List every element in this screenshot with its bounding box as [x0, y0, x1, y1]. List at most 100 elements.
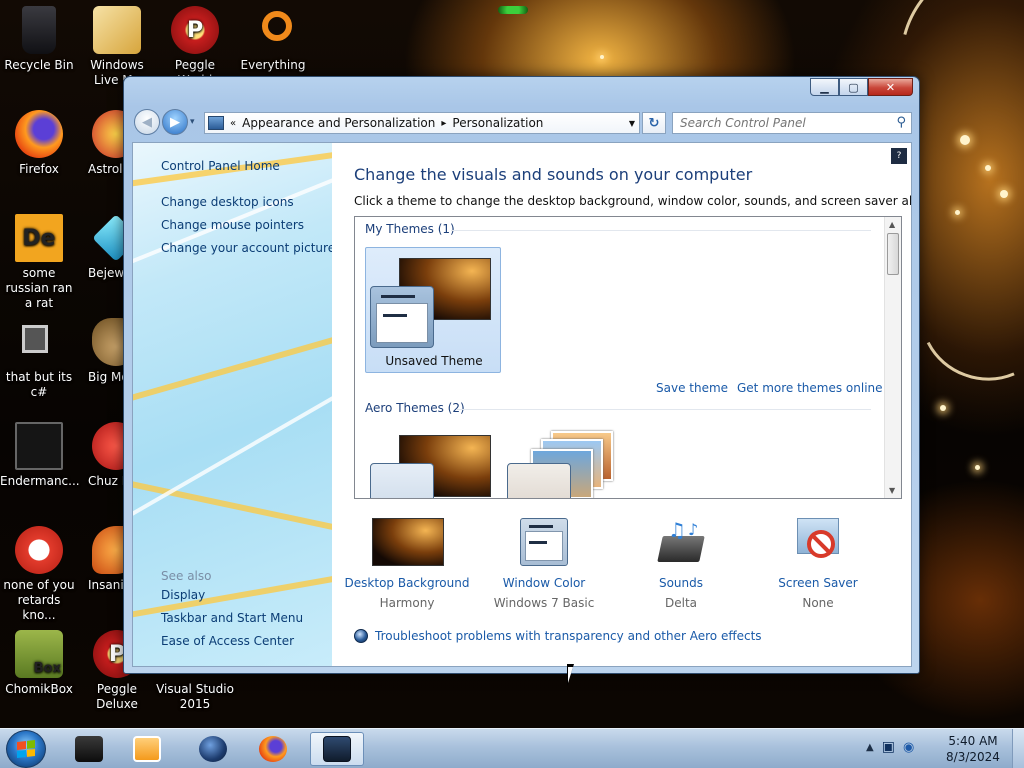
breadcrumb-appearance[interactable]: Appearance and Personalization — [242, 116, 435, 130]
scrollbar-thumb[interactable] — [887, 233, 899, 275]
mail-icon — [93, 6, 141, 54]
taskbar-control-panel[interactable] — [310, 732, 364, 766]
scroll-down-icon[interactable]: ▼ — [889, 486, 895, 495]
forward-button[interactable]: ▶ — [162, 109, 188, 135]
sounds-icon: ♫ ♪ — [646, 518, 716, 566]
desktop-background-label[interactable]: Desktop Background — [342, 576, 472, 590]
themes-scrollbar[interactable]: ▲ ▼ — [884, 217, 901, 498]
show-desktop-button[interactable] — [1012, 729, 1024, 768]
control-panel-icon — [208, 116, 224, 130]
aero-theme-windows7-tile[interactable] — [505, 427, 633, 498]
my-themes-heading: My Themes (1) — [365, 222, 455, 236]
section-divider — [457, 409, 871, 410]
show-hidden-icons-button[interactable]: ▲ — [866, 742, 874, 753]
terminal-icon — [75, 736, 103, 762]
taskbar-app-orb[interactable] — [186, 732, 240, 766]
theme-name: Unsaved Theme — [385, 354, 483, 368]
wallpaper-sparkle — [960, 135, 970, 145]
back-button[interactable]: ◀ — [134, 109, 160, 135]
desktop-icon-endermanch[interactable]: Endermanc... — [0, 422, 80, 489]
display-link[interactable]: Display — [161, 588, 205, 602]
wallpaper-sparkle — [940, 405, 946, 411]
desktop-icon-recycle-bin[interactable]: Recycle Bin — [0, 6, 78, 73]
desktop-icon-label: Everything — [240, 58, 306, 72]
chomikbox-icon: Box — [15, 630, 63, 678]
desktop-icon-label: some russian ran a rat — [5, 266, 73, 310]
desktop-icon-label: Recycle Bin — [4, 58, 74, 72]
recent-pages-chevron-down-icon[interactable]: ▾ — [190, 117, 195, 127]
taskbar-clock[interactable]: 5:40 AM 8/3/2024 — [944, 733, 1002, 765]
desktop-icon-label: Firefox — [19, 162, 59, 176]
taskbar-terminal[interactable] — [62, 732, 116, 766]
network-icon[interactable]: ▣ — [882, 739, 895, 755]
decor-streak — [133, 473, 332, 536]
clock-date: 8/3/2024 — [946, 750, 1000, 764]
unsaved-theme-tile[interactable]: Unsaved Theme — [365, 247, 501, 373]
search-input[interactable] — [680, 116, 885, 130]
preview-line — [381, 295, 415, 298]
maximize-button[interactable]: ▢ — [839, 78, 868, 96]
desktop-icon-label: Endermanc... — [0, 474, 80, 488]
scroll-up-icon[interactable]: ▲ — [889, 220, 895, 229]
close-button[interactable]: ✕ — [868, 78, 913, 96]
recycle-bin-icon — [22, 6, 56, 54]
wallpaper-sparkle — [985, 165, 991, 171]
aero-themes-heading: Aero Themes (2) — [365, 401, 465, 415]
taskbar-firefox[interactable] — [246, 732, 300, 766]
help-icon[interactable]: ? — [891, 148, 907, 164]
screen-saver-value: None — [802, 596, 834, 610]
save-theme-link[interactable]: Save theme — [656, 381, 728, 395]
wallpaper-green-leds — [498, 6, 528, 14]
desktop-icon-chomikbox[interactable]: Box ChomikBox — [0, 630, 78, 697]
address-dropdown-icon[interactable]: ▼ — [629, 119, 635, 128]
start-button[interactable] — [6, 730, 46, 768]
taskbar-media-player[interactable] — [120, 732, 174, 766]
change-mouse-pointers-link[interactable]: Change mouse pointers — [161, 218, 304, 232]
sounds-item[interactable]: ♫ ♪ Sounds Delta — [616, 518, 746, 610]
preview-line — [383, 314, 407, 317]
breadcrumb-overflow[interactable]: « — [230, 118, 236, 129]
screen-saver-item[interactable]: Screen Saver None — [753, 518, 883, 610]
change-desktop-icons-link[interactable]: Change desktop icons — [161, 195, 294, 209]
change-account-picture-link[interactable]: Change your account picture — [161, 241, 332, 255]
get-more-themes-link[interactable]: Get more themes online — [737, 381, 883, 395]
screen-saver-icon — [783, 518, 853, 566]
wallpaper-sparkle — [975, 465, 980, 470]
taskbar-start-menu-link[interactable]: Taskbar and Start Menu — [161, 611, 303, 625]
wallpaper-sparkle — [955, 210, 960, 215]
magnifier-icon — [249, 6, 297, 54]
desktop-icon-label: Visual Studio 2015 — [156, 682, 234, 711]
desktop-icon-that-but[interactable]: that but its c# — [0, 318, 78, 400]
sounds-label[interactable]: Sounds — [616, 576, 746, 590]
mouse-cursor-fill — [568, 667, 578, 683]
troubleshoot-aero-link[interactable]: Troubleshoot problems with transparency … — [354, 629, 762, 643]
search-box[interactable]: ⚲ — [672, 112, 912, 134]
control-panel-icon — [323, 736, 351, 762]
breadcrumb-personalization[interactable]: Personalization — [452, 116, 543, 130]
volume-icon[interactable]: ◉ — [903, 740, 914, 755]
search-icon[interactable]: ⚲ — [896, 115, 906, 130]
window-color-item[interactable]: Window Color Windows 7 Basic — [479, 518, 609, 610]
themes-list[interactable]: My Themes (1) Unsaved Theme Save theme G… — [354, 216, 902, 499]
aero-theme-harmony-tile[interactable] — [367, 427, 495, 498]
desktop-icon-label: that but its c# — [5, 370, 73, 399]
desktop-icon-everything[interactable]: Everything — [234, 6, 312, 73]
minimize-button[interactable]: ▁ — [810, 78, 839, 96]
left-task-pane: Control Panel Home Change desktop icons … — [133, 143, 332, 666]
refresh-button[interactable]: ↻ — [642, 112, 666, 134]
troubleshoot-label[interactable]: Troubleshoot problems with transparency … — [375, 629, 762, 643]
address-bar[interactable]: « Appearance and Personalization ▸ Perso… — [204, 112, 640, 134]
sounds-value: Delta — [664, 596, 697, 610]
screen-saver-label[interactable]: Screen Saver — [753, 576, 883, 590]
desktop-icon-some-russian[interactable]: De some russian ran a rat — [0, 214, 78, 311]
desktop-icon-none-of-you[interactable]: none of you retards kno... — [0, 526, 78, 623]
copy-icon — [15, 318, 63, 366]
breadcrumb-separator-icon[interactable]: ▸ — [441, 118, 446, 129]
window-color-label[interactable]: Window Color — [479, 576, 609, 590]
ease-of-access-link[interactable]: Ease of Access Center — [161, 634, 294, 648]
window-color-value: Windows 7 Basic — [493, 596, 595, 610]
desktop-icon-firefox[interactable]: Firefox — [0, 110, 78, 177]
desktop-background-item[interactable]: Desktop Background Harmony — [342, 518, 472, 610]
peggle-icon: P — [171, 6, 219, 54]
control-panel-home-link[interactable]: Control Panel Home — [161, 159, 280, 173]
